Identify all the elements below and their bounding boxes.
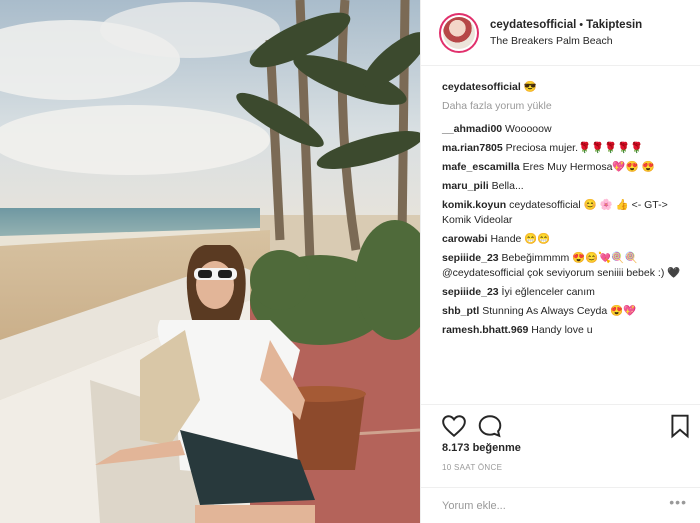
- header-username[interactable]: ceydatesofficial: [490, 19, 576, 31]
- add-comment-bar: •••: [421, 487, 700, 523]
- caption: ceydatesofficial 😎: [442, 80, 689, 95]
- location-link[interactable]: The Breakers Palm Beach: [490, 33, 642, 49]
- comment-username[interactable]: komik.koyun: [442, 199, 506, 211]
- comment: ramesh.bhatt.969 Handy love u: [442, 323, 689, 338]
- comment-username[interactable]: carowabi: [442, 233, 488, 245]
- comment-username[interactable]: sepiiide_23: [442, 286, 499, 298]
- post-header: ceydatesofficial • Takiptesin The Breakers…: [421, 0, 700, 66]
- post-photo[interactable]: [0, 0, 420, 523]
- comment-username[interactable]: maru_pili: [442, 180, 489, 192]
- comment-text: Bella...: [491, 180, 524, 192]
- comment-username[interactable]: shb_ptl: [442, 305, 479, 317]
- avatar[interactable]: [439, 12, 479, 53]
- post-timestamp: 10 SAAT ÖNCE: [442, 463, 503, 472]
- caption-username[interactable]: ceydatesofficial: [442, 81, 521, 93]
- post-actions: 8.173 beğenme 10 SAAT ÖNCE •••: [421, 404, 700, 522]
- beach-photo-illustration: [0, 0, 420, 523]
- comment: sepiiide_23 İyi eğlenceler canım: [442, 285, 689, 300]
- comment: ma.rian7805 Preciosa mujer.🌹🌹🌹🌹🌹: [442, 141, 689, 156]
- instagram-post: ceydatesofficial • Takiptesin The Breakers…: [0, 0, 700, 523]
- comment: maru_pili Bella...: [442, 179, 689, 194]
- comment-username[interactable]: ma.rian7805: [442, 142, 503, 154]
- comment-text: Handy love u: [531, 324, 593, 336]
- comments-list[interactable]: ceydatesofficial 😎 Daha fazla yorum yükl…: [421, 66, 700, 404]
- heart-icon[interactable]: [441, 413, 467, 439]
- comment-text: Preciosa mujer.🌹🌹🌹🌹🌹: [505, 142, 644, 154]
- comment-text: Hande 😁😁: [490, 233, 551, 245]
- action-icons: [441, 413, 691, 441]
- follow-status[interactable]: Takiptesin: [586, 19, 642, 31]
- comment-username[interactable]: ramesh.bhatt.969: [442, 324, 528, 336]
- likes-count[interactable]: 8.173 beğenme: [442, 442, 521, 454]
- header-text: ceydatesofficial • Takiptesin The Breakers…: [490, 17, 642, 49]
- comment-icon[interactable]: [477, 413, 503, 439]
- comment-text: Stunning As Always Ceyda 😍💖: [482, 305, 637, 317]
- comment: __ahmadi00 Wooooow: [442, 122, 689, 137]
- comment: komik.koyun ceydatesofficial 😊 🌸 👍 <- GT…: [442, 198, 689, 228]
- comment-username[interactable]: mafe_escamilla: [442, 161, 520, 173]
- comment: sepiiide_23 Bebeğimmmm 😍😊💘🍭🍭 @ceydatesof…: [442, 251, 689, 281]
- comment: carowabi Hande 😁😁: [442, 232, 689, 247]
- comment-text: İyi eğlenceler canım: [501, 286, 595, 298]
- comment: mafe_escamilla Eres Muy Hermosa💖😍 😍: [442, 160, 689, 175]
- add-comment-input[interactable]: [442, 497, 680, 515]
- caption-text: 😎: [523, 81, 537, 93]
- more-options-icon[interactable]: •••: [669, 494, 687, 510]
- load-more-comments-button[interactable]: Daha fazla yorum yükle: [442, 99, 689, 114]
- post-sidebar: ceydatesofficial • Takiptesin The Breakers…: [420, 0, 700, 523]
- header-separator: •: [579, 18, 584, 31]
- comment: shb_ptl Stunning As Always Ceyda 😍💖: [442, 304, 689, 319]
- comment-username[interactable]: __ahmadi00: [442, 123, 502, 135]
- comment-text: Wooooow: [505, 123, 552, 135]
- bookmark-icon[interactable]: [667, 413, 693, 439]
- comment-username[interactable]: sepiiide_23: [442, 252, 499, 264]
- comment-text: Eres Muy Hermosa💖😍 😍: [522, 161, 655, 173]
